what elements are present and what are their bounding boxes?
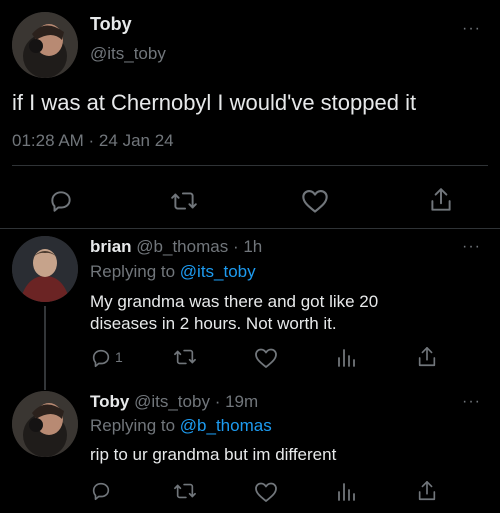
reply-text: rip to ur grandma but im different <box>90 445 337 464</box>
retweet-button[interactable] <box>170 188 198 214</box>
retweet-icon <box>171 192 197 210</box>
share-icon <box>431 188 451 211</box>
more-options-icon[interactable]: ··· <box>462 20 481 38</box>
reply-text-line: diseases in 2 hours. Not worth it. <box>90 314 337 333</box>
tweet-text: if I was at Chernobyl I would've stopped… <box>12 90 417 115</box>
share-icon <box>418 347 436 367</box>
divider <box>12 165 488 166</box>
reply-author-name[interactable]: Toby <box>90 392 129 411</box>
reply-icon <box>92 349 110 368</box>
retweet-button[interactable] <box>173 346 197 370</box>
avatar[interactable] <box>12 391 78 457</box>
author-handle[interactable]: @its_toby <box>90 44 166 64</box>
reply-button[interactable]: 1 <box>90 346 130 370</box>
replying-to: Replying to @its_toby <box>90 262 256 282</box>
reply-button[interactable] <box>48 188 74 214</box>
like-button[interactable] <box>301 188 329 214</box>
retweet-button[interactable] <box>173 480 197 504</box>
tweet-timestamp[interactable]: 01:28 AM · 24 Jan 24 <box>12 131 174 151</box>
like-button[interactable] <box>254 347 278 369</box>
share-icon <box>418 481 436 501</box>
analytics-button[interactable] <box>335 480 357 504</box>
share-button[interactable] <box>416 345 438 369</box>
more-options-icon[interactable]: ··· <box>462 238 481 256</box>
reply-icon <box>51 191 71 212</box>
thread-line <box>44 306 46 390</box>
analytics-button[interactable] <box>335 346 357 370</box>
reply-author-handle[interactable]: @b_thomas <box>136 237 228 256</box>
avatar[interactable] <box>12 236 78 302</box>
reply-author-name[interactable]: brian <box>90 237 132 256</box>
share-button[interactable] <box>416 479 438 503</box>
like-icon <box>302 190 328 213</box>
analytics-icon <box>338 349 355 367</box>
reply-time[interactable]: · 1h <box>233 237 262 256</box>
replying-to-handle[interactable]: @b_thomas <box>180 416 272 435</box>
avatar[interactable] <box>12 12 78 78</box>
like-icon <box>255 482 277 502</box>
reply-button[interactable] <box>90 480 114 504</box>
reply-text: My grandma was there and got like 20 dis… <box>90 291 378 335</box>
retweet-icon <box>174 483 196 499</box>
reply-text-line: My grandma was there and got like 20 <box>90 292 379 311</box>
more-options-icon[interactable]: ··· <box>462 393 481 411</box>
author-name[interactable]: Toby <box>90 14 132 35</box>
reply-header: brian @b_thomas · 1h <box>90 237 262 257</box>
reply-count: 1 <box>115 349 123 365</box>
like-button[interactable] <box>254 481 278 503</box>
divider <box>0 228 500 229</box>
analytics-icon <box>338 483 355 501</box>
like-icon <box>255 348 277 368</box>
retweet-icon <box>174 349 196 365</box>
replying-to-label: Replying to <box>90 416 176 435</box>
reply-time[interactable]: · 19m <box>215 392 258 411</box>
share-button[interactable] <box>428 186 454 214</box>
reply-author-handle[interactable]: @its_toby <box>134 392 210 411</box>
replying-to-label: Replying to <box>90 262 176 281</box>
replying-to-handle[interactable]: @its_toby <box>180 262 256 281</box>
reply-header: Toby @its_toby · 19m <box>90 392 258 412</box>
replying-to: Replying to @b_thomas <box>90 416 272 436</box>
reply-icon <box>92 482 110 501</box>
